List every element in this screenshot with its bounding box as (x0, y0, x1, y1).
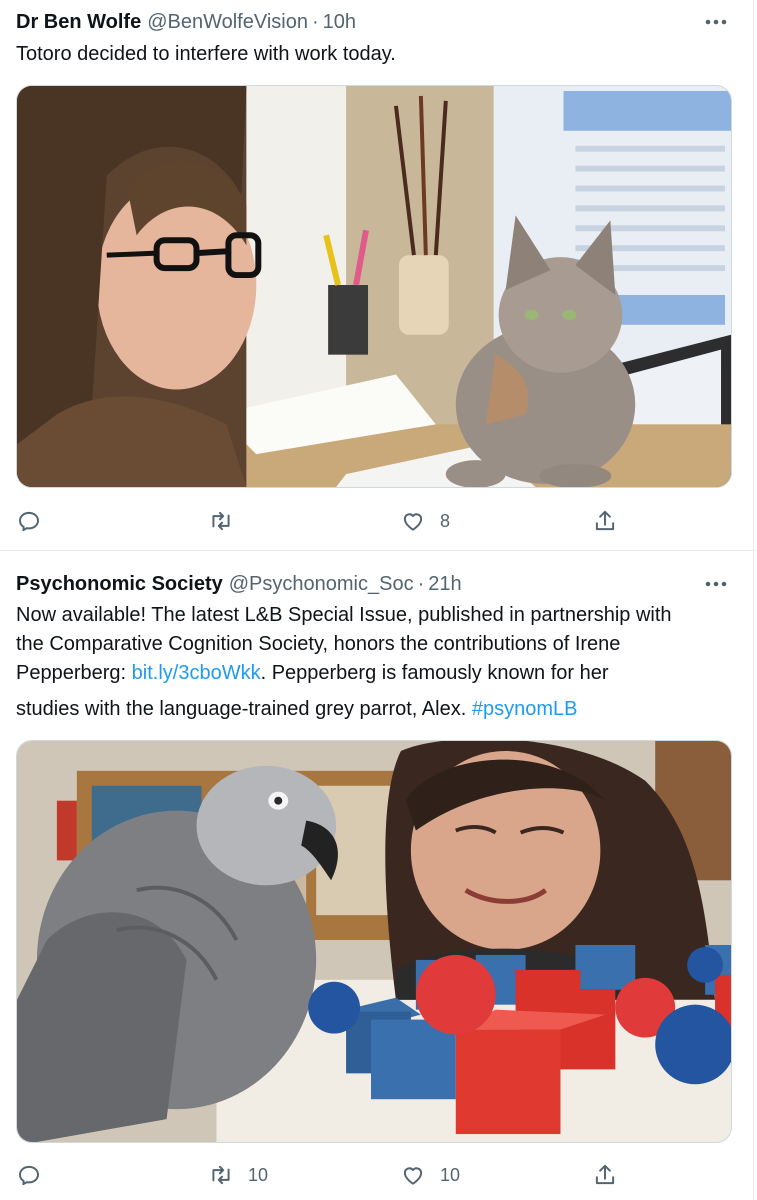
share-icon (595, 510, 615, 531)
more-options-button[interactable] (703, 9, 729, 35)
heart-icon (403, 513, 423, 531)
more-dots-icon (705, 19, 727, 25)
tweet-text-line: studies with the language-trained grey p… (16, 695, 742, 724)
tweet-text: Totoro decided to interfere with work to… (16, 43, 396, 65)
photo-parrot-woman-blocks-icon (17, 741, 731, 1142)
retweet-icon (212, 511, 230, 531)
tweet-text-line: Pepperberg: bit.ly/3cboWkk. Pepperberg i… (16, 659, 742, 688)
text-fragment: . Pepperberg is famously known for her (260, 662, 609, 684)
retweet-button[interactable]: 10 (208, 1160, 268, 1190)
tweet-header: Dr Ben Wolfe @BenWolfeVision · 10h (16, 8, 356, 36)
timestamp[interactable]: 21h (428, 573, 461, 596)
author-handle[interactable]: @BenWolfeVision (147, 11, 308, 34)
tweet-actions: 8 (16, 506, 736, 536)
tweet-text-line: Now available! The latest L&B Special Is… (16, 604, 672, 626)
separator-dot: · (417, 572, 425, 595)
share-button[interactable] (592, 1160, 618, 1190)
text-fragment: Pepperberg: (16, 662, 132, 684)
text-fragment: studies with the language-trained grey p… (16, 698, 472, 720)
retweet-button[interactable] (208, 506, 248, 536)
author-name[interactable]: Psychonomic Society (16, 573, 223, 596)
reply-icon (19, 511, 39, 532)
tweet-image[interactable] (16, 740, 732, 1143)
reply-icon (19, 1165, 39, 1186)
author-name[interactable]: Dr Ben Wolfe (16, 11, 141, 34)
tweet-text: Now available! The latest L&B Special Is… (16, 601, 742, 724)
more-dots-icon (705, 581, 727, 587)
like-button[interactable]: 8 (400, 506, 450, 536)
share-icon (595, 1164, 615, 1185)
hashtag-link[interactable]: #psynomLB (472, 698, 578, 720)
tweet-header: Psychonomic Society @Psychonomic_Soc · 2… (16, 570, 462, 598)
retweet-count: 10 (248, 1164, 269, 1185)
like-count: 10 (440, 1164, 461, 1185)
reply-button[interactable] (16, 506, 56, 536)
tweet-psychonomic-society[interactable]: Psychonomic Society @Psychonomic_Soc · 2… (0, 551, 757, 1200)
reply-button[interactable] (16, 1160, 56, 1190)
author-handle[interactable]: @Psychonomic_Soc (229, 573, 414, 596)
tweet-image[interactable] (16, 85, 732, 488)
more-options-button[interactable] (703, 571, 729, 597)
photo-woman-cat-desk-icon (17, 86, 731, 487)
timestamp[interactable]: 10h (323, 11, 356, 34)
like-count: 8 (440, 510, 451, 531)
share-button[interactable] (592, 506, 618, 536)
tweet-ben-wolfe[interactable]: Dr Ben Wolfe @BenWolfeVision · 10h Totor… (0, 0, 757, 551)
bitly-link[interactable]: bit.ly/3cboWkk (132, 662, 261, 684)
tweet-actions: 10 10 (16, 1160, 736, 1190)
like-button[interactable]: 10 (400, 1160, 460, 1190)
separator-dot: · (311, 10, 319, 33)
tweet-text-line: the Comparative Cognition Society, honor… (16, 633, 621, 655)
retweet-icon (212, 1165, 230, 1185)
heart-icon (403, 1167, 423, 1185)
